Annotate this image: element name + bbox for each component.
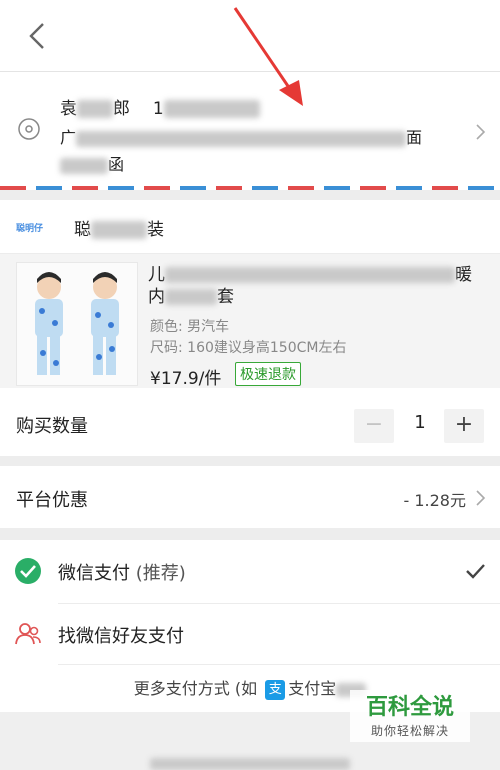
wechat-pay-icon xyxy=(15,558,41,584)
quantity-decrement-button[interactable]: − xyxy=(354,409,394,443)
address-street-start: 广 xyxy=(60,128,77,147)
air-mail-border xyxy=(0,186,500,190)
discount-value: - 1.28元 xyxy=(403,491,467,510)
watermark-subtitle: 助你轻松解决 xyxy=(370,724,449,738)
quantity-label: 购买数量 xyxy=(16,416,88,437)
product-image xyxy=(17,263,137,385)
top-bar xyxy=(0,0,500,72)
friend-pay-label: 找微信好友支付 xyxy=(58,626,184,647)
recipient-phone-start: 1 xyxy=(152,99,164,119)
shop-logo: 聪明仔 xyxy=(16,224,44,234)
back-button[interactable] xyxy=(14,14,58,58)
location-icon xyxy=(18,118,40,140)
product-color: 颜色: 男汽车 xyxy=(150,319,230,335)
wechat-pay-label: 微信支付 (推荐) xyxy=(58,559,186,585)
quantity-value[interactable]: 1 xyxy=(408,412,432,433)
watermark-title: 百科全说 xyxy=(365,695,454,720)
product-title-line2-end: 套 xyxy=(217,287,234,307)
watermark: 百科全说 助你轻松解决 xyxy=(350,690,470,742)
product-title-start: 儿 xyxy=(148,265,165,285)
divider xyxy=(58,664,500,665)
product-size: 尺码: 160建议身高150CM左右 xyxy=(150,340,347,356)
discount-label: 平台优惠 xyxy=(16,490,88,511)
chevron-left-icon xyxy=(29,23,44,49)
shop-name-start: 聪 xyxy=(74,220,91,240)
address-street-end: 面 xyxy=(406,128,423,147)
alipay-icon: 支 xyxy=(265,679,286,700)
recommended-tag: (推荐) xyxy=(135,563,186,584)
recipient-name-phone: 袁 郎 1 xyxy=(60,94,260,119)
check-icon xyxy=(466,564,485,579)
more-payment-text: 更多支付方式 (如 xyxy=(133,679,258,698)
chevron-right-icon xyxy=(476,124,486,140)
product-title-line2: 内 xyxy=(148,287,165,307)
friends-icon xyxy=(15,623,41,645)
recipient-name-end: 郎 xyxy=(113,99,130,119)
quantity-increment-button[interactable]: + xyxy=(444,409,484,443)
recipient-name-start: 袁 xyxy=(60,99,77,119)
product-title: 儿 暖 内 套 xyxy=(148,264,478,308)
shop-name[interactable]: 聪装 xyxy=(74,215,164,240)
chevron-right-icon xyxy=(476,490,486,506)
product-title-end: 暖 xyxy=(455,265,472,285)
product-thumbnail[interactable] xyxy=(16,262,138,386)
alipay-label: 支付宝 xyxy=(288,679,337,698)
shipping-address: 广 面 函 xyxy=(60,124,440,178)
fast-refund-badge: 极速退款 xyxy=(235,362,301,386)
address-line3-end: 函 xyxy=(108,155,125,174)
shop-name-end: 装 xyxy=(147,220,164,240)
product-price: ¥17.9/件 xyxy=(150,369,222,389)
wechat-pay-text: 微信支付 xyxy=(58,563,130,584)
